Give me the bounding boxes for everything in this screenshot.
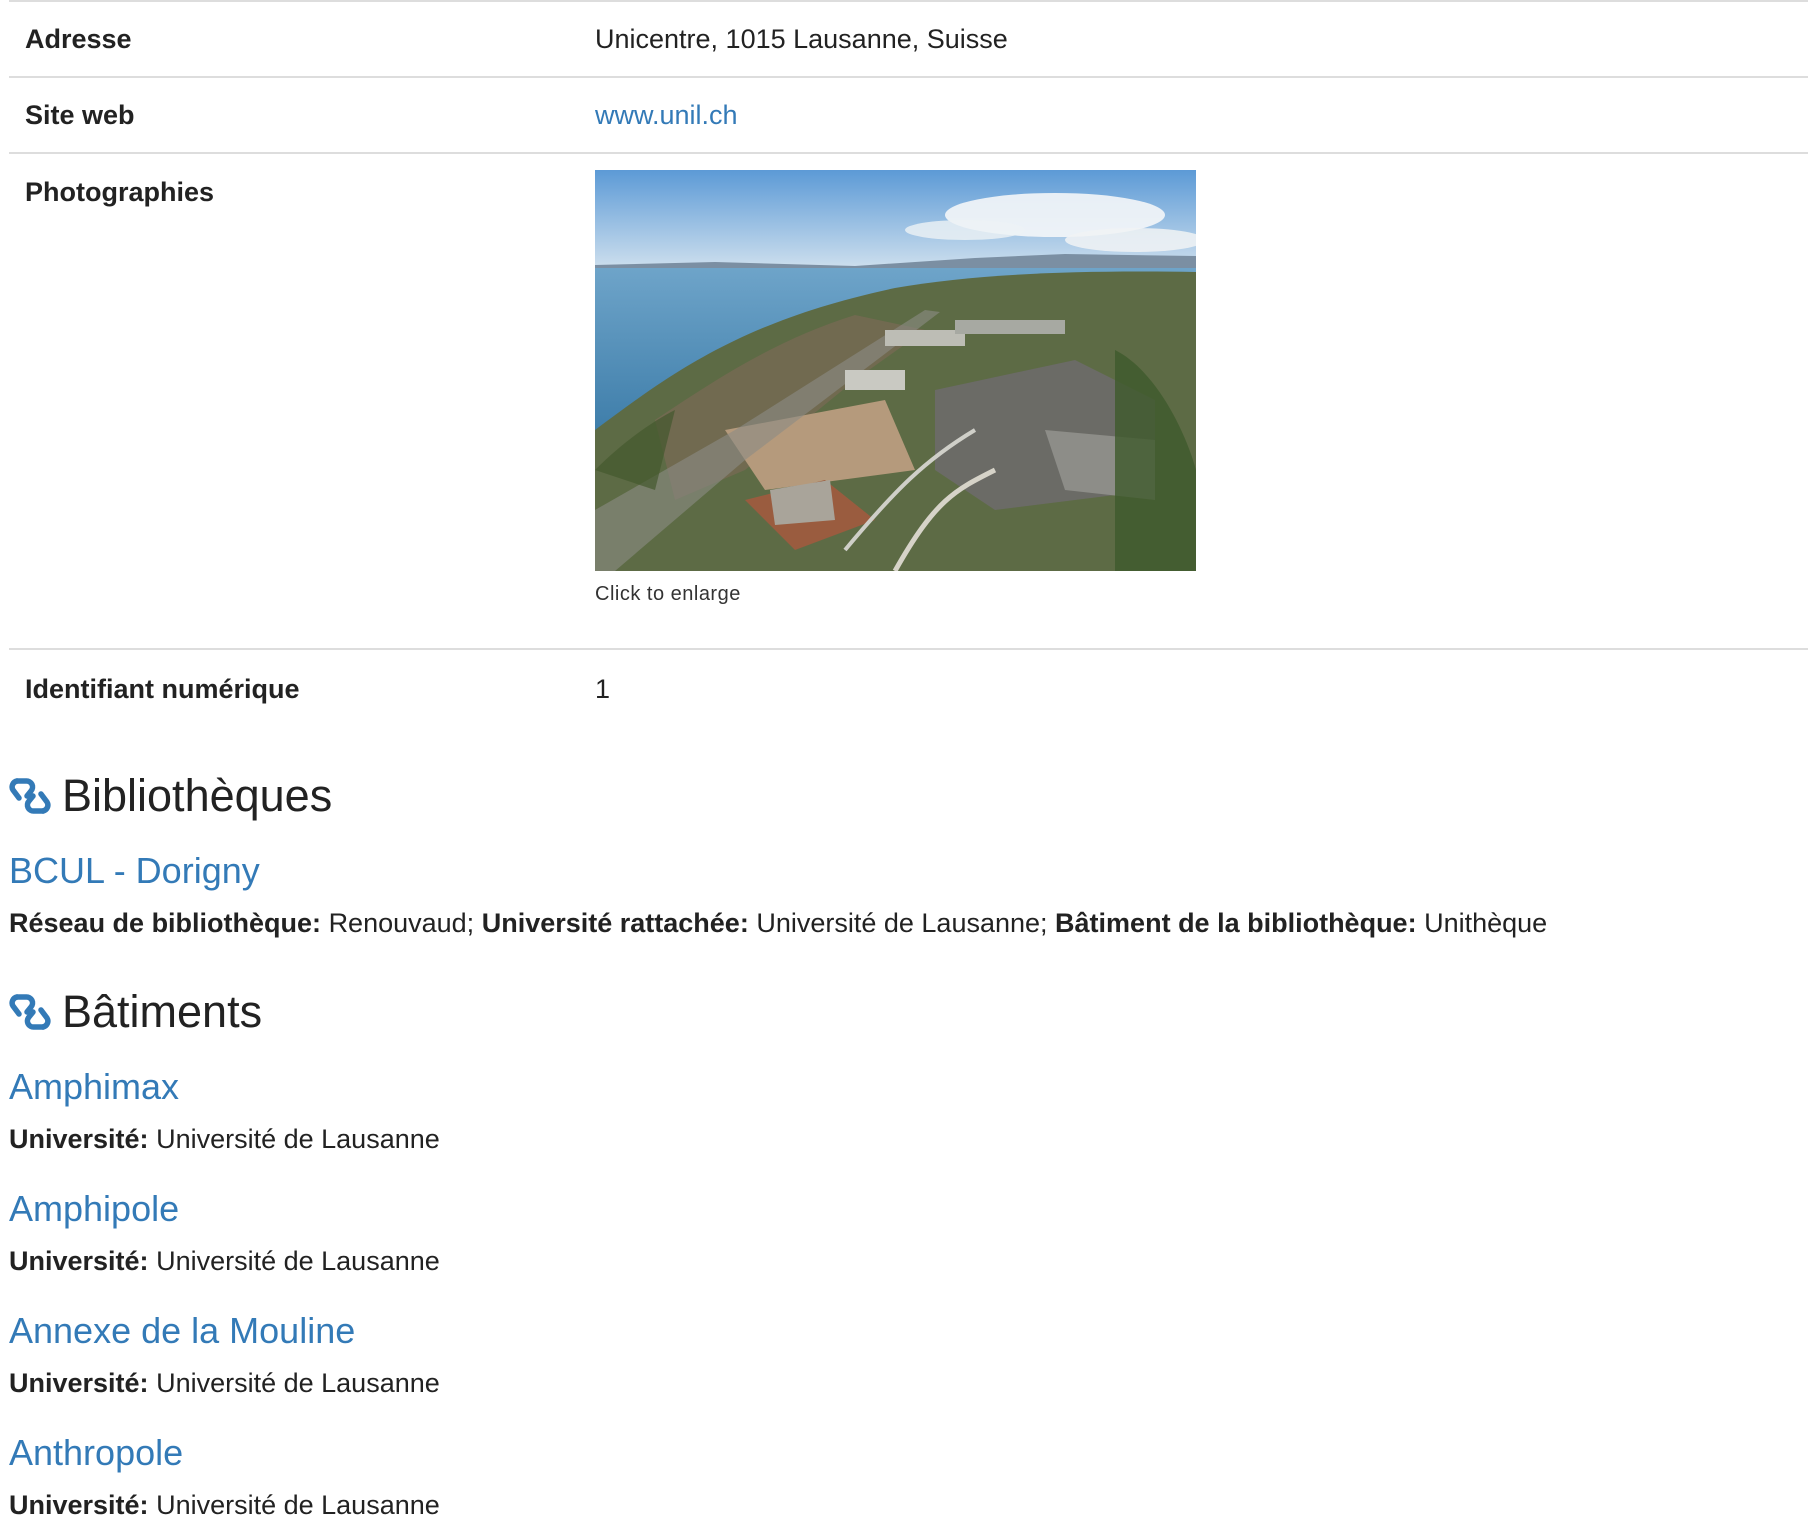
university-value: Université de Lausanne (156, 1490, 440, 1520)
university-label: Université: (9, 1490, 149, 1520)
website-row: Site web www.unil.ch (9, 78, 1808, 154)
identifier-label: Identifiant numérique (25, 674, 300, 704)
campus-photo-thumbnail[interactable] (595, 170, 1196, 571)
link-chain-icon (9, 994, 51, 1030)
address-value: Unicentre, 1015 Lausanne, Suisse (595, 24, 1008, 54)
buildings-section-heading: Bâtiments (9, 986, 262, 1038)
building-link-annexe-de-la-mouline[interactable]: Annexe de la Mouline (9, 1310, 355, 1352)
university-label: Université: (9, 1368, 149, 1398)
website-label: Site web (25, 100, 135, 130)
building-meta: Université: Université de Lausanne (9, 1368, 440, 1399)
library-building-value: Unithèque (1424, 908, 1548, 938)
buildings-heading: Bâtiments (62, 986, 263, 1037)
details-table: Adresse Unicentre, 1015 Lausanne, Suisse… (9, 0, 1808, 728)
identifier-row: Identifiant numérique 1 (9, 650, 1808, 728)
libraries-heading: Bibliothèques (62, 770, 333, 821)
building-link-amphimax[interactable]: Amphimax (9, 1066, 179, 1108)
building-link-amphipole[interactable]: Amphipole (9, 1188, 179, 1230)
attached-university-label: Université rattachée: (481, 908, 749, 938)
photo-caption: Click to enlarge (595, 583, 741, 605)
identifier-value: 1 (595, 674, 611, 704)
building-meta: Université: Université de Lausanne (9, 1490, 440, 1521)
university-label: Université: (9, 1246, 149, 1276)
network-label: Réseau de bibliothèque: (9, 908, 322, 938)
network-value: Renouvaud; (328, 908, 475, 938)
photos-label: Photographies (25, 177, 215, 207)
university-value: Université de Lausanne (156, 1246, 440, 1276)
university-label: Université: (9, 1124, 149, 1154)
library-meta: Réseau de bibliothèque: Renouvaud; Unive… (9, 908, 1547, 939)
attached-university-value: Université de Lausanne; (756, 908, 1048, 938)
photos-row: Photographies Click to enlarge (9, 154, 1808, 650)
address-label: Adresse (25, 24, 132, 54)
library-link-bcul-dorigny[interactable]: BCUL - Dorigny (9, 850, 260, 892)
library-building-label: Bâtiment de la bibliothèque: (1055, 908, 1417, 938)
link-chain-icon (9, 778, 51, 814)
address-row: Adresse Unicentre, 1015 Lausanne, Suisse (9, 2, 1808, 78)
university-value: Université de Lausanne (156, 1368, 440, 1398)
building-meta: Université: Université de Lausanne (9, 1246, 440, 1277)
university-value: Université de Lausanne (156, 1124, 440, 1154)
website-link[interactable]: www.unil.ch (595, 100, 738, 130)
campus-aerial-photo (595, 170, 1196, 571)
building-link-anthropole[interactable]: Anthropole (9, 1432, 183, 1474)
libraries-section-heading: Bibliothèques (9, 770, 332, 822)
building-meta: Université: Université de Lausanne (9, 1124, 440, 1155)
page: Adresse Unicentre, 1015 Lausanne, Suisse… (9, 0, 1808, 1520)
